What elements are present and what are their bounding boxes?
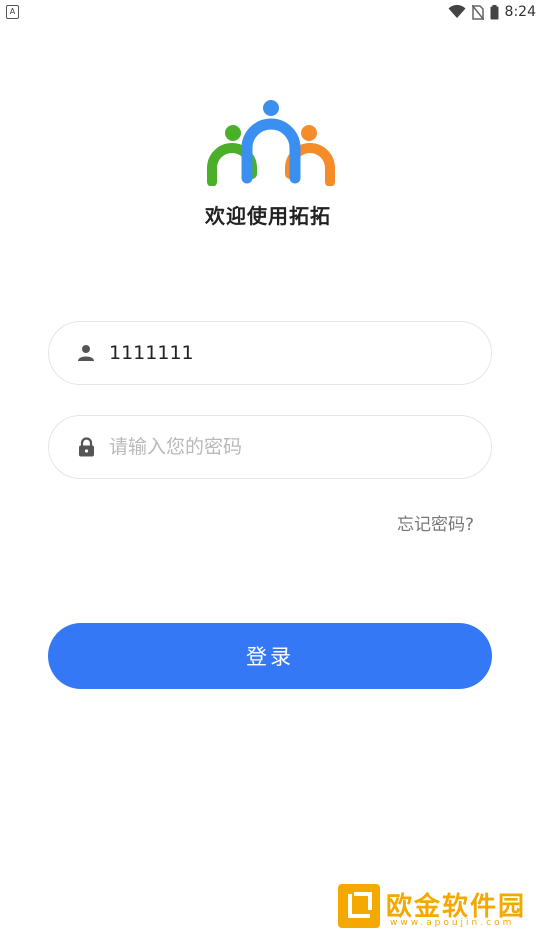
username-input[interactable] [109, 342, 491, 364]
app-logo [207, 100, 335, 186]
battery-icon [490, 4, 499, 19]
person-icon [75, 342, 97, 364]
watermark-subtitle: www.apoujin.com [390, 918, 515, 928]
clock: 8:24 [504, 4, 536, 20]
username-field[interactable] [48, 321, 492, 385]
forgot-password-link[interactable]: 忘记密码? [397, 510, 474, 535]
wifi-icon [448, 5, 466, 18]
password-field[interactable] [48, 415, 492, 479]
lock-icon [75, 436, 97, 458]
welcome-title: 欢迎使用拓拓 [205, 204, 331, 228]
notification-icon: A [6, 5, 19, 19]
status-bar: A 8:24 [0, 0, 536, 24]
login-button[interactable]: 登录 [48, 623, 492, 689]
status-icons: 8:24 [448, 3, 536, 21]
no-sim-icon [471, 4, 484, 20]
watermark-logo-icon [338, 884, 380, 928]
password-input[interactable] [109, 436, 491, 458]
watermark: 欧金软件园 www.apoujin.com [338, 884, 533, 930]
